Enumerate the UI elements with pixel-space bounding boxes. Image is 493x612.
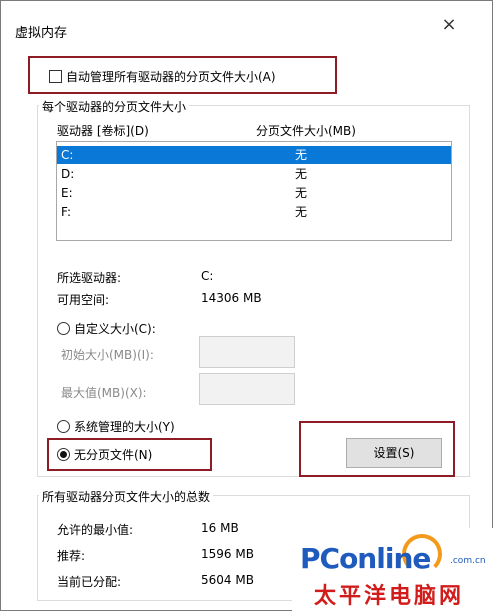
- no-paging-option[interactable]: 无分页文件(N): [57, 446, 152, 463]
- totals-group-title: 所有驱动器分页文件大小的总数: [39, 488, 214, 505]
- drive-row-f[interactable]: F: 无: [57, 203, 451, 221]
- selected-drive-label: 所选驱动器:: [57, 271, 122, 285]
- max-size-label: 最大值(MB)(X):: [61, 386, 147, 400]
- system-managed-radio[interactable]: [57, 420, 70, 433]
- per-drive-group-title: 每个驱动器的分页文件大小: [39, 98, 190, 115]
- drive-row-e[interactable]: E: 无: [57, 184, 451, 202]
- selected-drive-value: C:: [201, 269, 214, 283]
- custom-size-option[interactable]: 自定义大小(C):: [57, 320, 156, 337]
- column-drive-header: 驱动器 [卷标](D): [57, 124, 149, 138]
- drive-letter: D:: [61, 167, 75, 181]
- drive-letter: E:: [61, 186, 73, 200]
- dialog-title: 虚拟内存: [15, 26, 68, 41]
- free-space-value: 14306 MB: [201, 291, 262, 305]
- auto-manage-checkbox[interactable]: [49, 70, 62, 83]
- auto-manage-row[interactable]: 自动管理所有驱动器的分页文件大小(A): [49, 68, 276, 85]
- drive-size: 无: [295, 186, 308, 200]
- column-size-header: 分页文件大小(MB): [256, 124, 356, 138]
- system-managed-label: 系统管理的大小(Y): [74, 420, 175, 434]
- initial-size-label: 初始大小(MB)(I):: [61, 348, 154, 362]
- drive-row-d[interactable]: D: 无: [57, 165, 451, 183]
- custom-size-radio[interactable]: [57, 322, 70, 335]
- drive-size: 无: [295, 148, 308, 162]
- virtual-memory-dialog: 虚拟内存 × 自动管理所有驱动器的分页文件大小(A) 每个驱动器的分页文件大小 …: [0, 0, 493, 612]
- drive-size: 无: [295, 167, 308, 181]
- drive-row-c[interactable]: C: 无: [57, 146, 451, 164]
- free-space-label: 可用空间:: [57, 293, 110, 307]
- drive-list[interactable]: C: 无 D: 无 E: 无 F: 无: [56, 141, 452, 241]
- drive-size: 无: [295, 205, 308, 219]
- max-size-input[interactable]: [199, 373, 295, 405]
- drive-letter: C:: [61, 148, 74, 162]
- watermark-brand: PConline: [300, 542, 431, 575]
- watermark-domain: .com.cn: [450, 556, 486, 566]
- pconline-watermark: PConline .com.cn 太平洋电脑网: [292, 528, 493, 612]
- auto-manage-label: 自动管理所有驱动器的分页文件大小(A): [66, 70, 276, 84]
- min-allowed-value: 16 MB: [201, 521, 239, 535]
- set-button[interactable]: 设置(S): [346, 438, 442, 468]
- system-managed-option[interactable]: 系统管理的大小(Y): [57, 418, 175, 435]
- current-allocated-label: 当前已分配:: [57, 575, 122, 589]
- no-paging-radio[interactable]: [57, 448, 70, 461]
- watermark-cn: 太平洋电脑网: [314, 584, 465, 609]
- min-allowed-label: 允许的最小值:: [57, 523, 134, 537]
- initial-size-input[interactable]: [199, 336, 295, 368]
- current-allocated-value: 5604 MB: [201, 573, 254, 587]
- no-paging-label: 无分页文件(N): [74, 448, 153, 462]
- drive-letter: F:: [61, 205, 72, 219]
- close-icon[interactable]: ×: [438, 15, 460, 37]
- recommended-label: 推荐:: [57, 549, 86, 563]
- custom-size-label: 自定义大小(C):: [74, 322, 156, 336]
- recommended-value: 1596 MB: [201, 547, 254, 561]
